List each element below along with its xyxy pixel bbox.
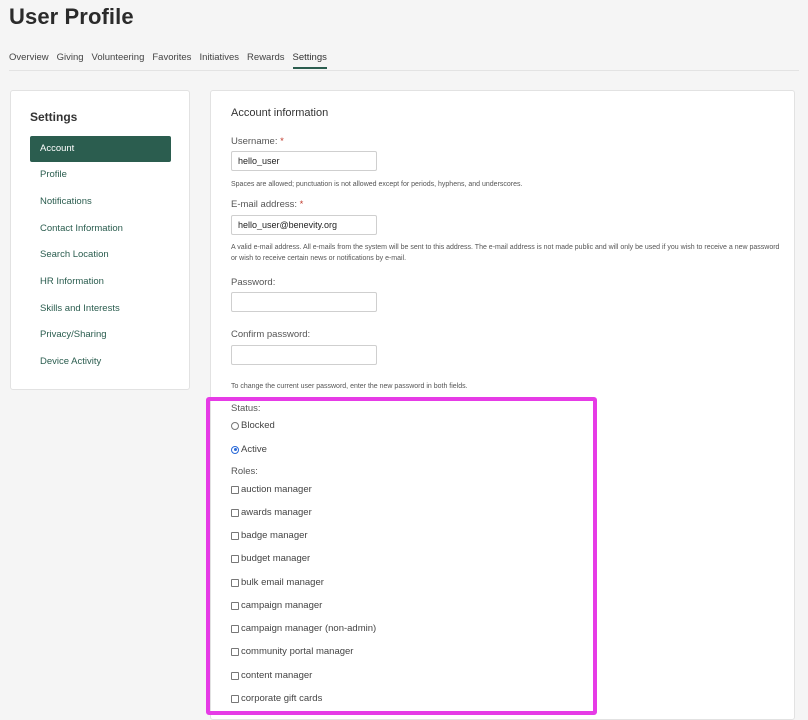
role-label: badge manager <box>241 530 308 541</box>
role-awards-manager[interactable]: awards manager <box>231 507 312 518</box>
checkbox-icon[interactable] <box>231 485 239 494</box>
role-content-manager[interactable]: content manager <box>231 670 312 681</box>
settings-sidebar: Settings Account Profile Notifications C… <box>10 90 190 390</box>
sidebar-item-notifications[interactable]: Notifications <box>30 189 171 215</box>
role-label: community portal manager <box>241 646 354 657</box>
role-label: awards manager <box>241 507 312 518</box>
role-bulk-email-manager[interactable]: bulk email manager <box>231 577 324 588</box>
role-budget-manager[interactable]: budget manager <box>231 553 310 564</box>
status-option-blocked[interactable]: Blocked <box>231 420 275 431</box>
roles-label: Roles: <box>231 466 258 477</box>
tabs-divider <box>9 70 799 71</box>
radio-unchecked-icon[interactable] <box>231 421 239 430</box>
role-label: corporate gift cards <box>241 693 323 704</box>
checkbox-icon[interactable] <box>231 671 239 680</box>
role-label: content manager <box>241 670 313 681</box>
role-auction-manager[interactable]: auction manager <box>231 484 312 495</box>
role-campaign-manager-non-admin[interactable]: campaign manager (non-admin) <box>231 623 376 634</box>
required-mark: * <box>299 199 304 210</box>
role-corporate-gift-cards[interactable]: corporate gift cards <box>231 693 322 704</box>
checkbox-icon[interactable] <box>231 601 239 610</box>
tab-overview[interactable]: Overview <box>9 52 49 69</box>
role-label: bulk email manager <box>241 577 324 588</box>
checkbox-icon[interactable] <box>231 508 239 517</box>
username-help: Spaces are allowed; punctuation is not a… <box>231 181 523 188</box>
role-campaign-manager[interactable]: campaign manager <box>231 600 322 611</box>
confirm-password-input[interactable] <box>231 345 377 365</box>
sidebar-item-hr-information[interactable]: HR Information <box>30 269 171 295</box>
checkbox-icon[interactable] <box>231 554 239 563</box>
email-input[interactable] <box>231 215 377 235</box>
sidebar-item-privacy-sharing[interactable]: Privacy/Sharing <box>30 322 171 348</box>
tab-favorites[interactable]: Favorites <box>152 52 191 69</box>
role-label: budget manager <box>241 553 311 564</box>
sidebar-item-profile[interactable]: Profile <box>30 162 171 188</box>
required-mark: * <box>280 136 284 147</box>
role-label: auction manager <box>241 484 312 495</box>
checkbox-icon[interactable] <box>231 578 239 587</box>
role-label: campaign manager (non-admin) <box>241 623 377 634</box>
password-input[interactable] <box>231 292 377 312</box>
sidebar-item-account[interactable]: Account <box>30 136 171 162</box>
username-label: Username: * <box>231 136 284 147</box>
status-label: Status: <box>231 403 261 414</box>
username-input[interactable] <box>231 151 377 171</box>
tab-volunteering[interactable]: Volunteering <box>92 52 145 69</box>
profile-tabs: Overview Giving Volunteering Favorites I… <box>9 52 335 69</box>
checkbox-icon[interactable] <box>231 531 239 540</box>
email-help: A valid e-mail address. All e-mails from… <box>231 244 780 262</box>
tab-giving[interactable]: Giving <box>57 52 84 69</box>
sidebar-item-skills-and-interests[interactable]: Skills and Interests <box>30 296 171 322</box>
sidebar-item-contact-information[interactable]: Contact Information <box>30 216 171 242</box>
radio-checked-icon[interactable] <box>231 445 239 454</box>
email-label: E-mail address: * <box>231 199 304 210</box>
status-option-label: Active <box>241 444 267 455</box>
role-label: campaign manager <box>241 600 323 611</box>
sidebar-item-device-activity[interactable]: Device Activity <box>30 349 171 375</box>
role-community-portal-manager[interactable]: community portal manager <box>231 646 353 657</box>
status-option-active[interactable]: Active <box>231 444 267 455</box>
password-label: Password: <box>231 277 276 288</box>
tab-settings[interactable]: Settings <box>292 52 327 69</box>
confirm-password-label: Confirm password: <box>231 329 311 340</box>
account-form-card: Account information Username: * Spaces a… <box>210 90 795 720</box>
password-help: To change the current user password, ent… <box>231 383 468 390</box>
sidebar-title: Settings <box>30 110 78 124</box>
role-badge-manager[interactable]: badge manager <box>231 530 308 541</box>
section-title: Account information <box>231 107 329 119</box>
sidebar-item-search-location[interactable]: Search Location <box>30 242 171 268</box>
page-title: User Profile <box>9 4 134 29</box>
checkbox-icon[interactable] <box>231 694 239 703</box>
tab-rewards[interactable]: Rewards <box>247 52 285 69</box>
checkbox-icon[interactable] <box>231 647 239 656</box>
checkbox-icon[interactable] <box>231 624 239 633</box>
status-option-label: Blocked <box>241 420 275 431</box>
tab-initiatives[interactable]: Initiatives <box>199 52 239 69</box>
